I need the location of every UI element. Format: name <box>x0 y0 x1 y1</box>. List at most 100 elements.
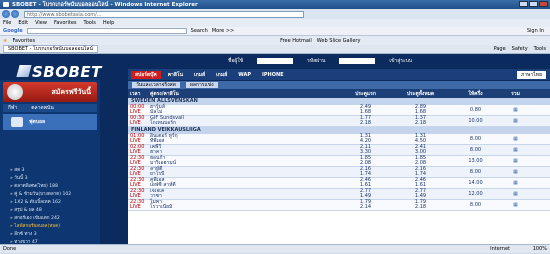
league-header: SWEDEN ALLSVENSKAN <box>128 98 550 105</box>
menu-help[interactable]: Help <box>103 20 114 26</box>
more-bets-icon[interactable]: ▦ <box>503 202 528 208</box>
menu-file[interactable]: File <box>3 20 11 26</box>
more-bets-icon[interactable]: ▦ <box>503 158 528 164</box>
sidebar-item-oddeven[interactable]: » คู่ & ข้ามวัน(บางตลาด) 102 <box>3 190 97 198</box>
login-button[interactable]: เข้าสู่ระบบ <box>389 57 412 65</box>
league-rows: 00:00 LIVE ฮาร์มส์ มัลโม่ 2.49 1.68 2.89 1.68 0.… <box>128 105 550 127</box>
away-team[interactable]: โกเทนบอร์ก <box>150 121 338 126</box>
nav-sportsbook[interactable]: สปอร์ตบุ๊ค <box>131 70 161 79</box>
forward-icon[interactable] <box>11 10 19 18</box>
password-label: รหัสผ่าน <box>307 58 326 64</box>
odds-tabs: วันและเวลาจริงสด ผลการแข่ง <box>128 81 550 89</box>
window-controls <box>519 1 548 7</box>
match-teams: เจเจเค วาซา <box>150 189 338 199</box>
odds-hdp-away[interactable]: 2.18 <box>338 121 393 126</box>
signup-text: สมัครฟรีวันนี้ <box>51 87 91 96</box>
sidebar-item-today[interactable]: » วันนี้ 3 <box>3 174 97 182</box>
away-team[interactable]: ฮาคา <box>150 150 338 155</box>
brand-logo[interactable]: SBOBET <box>16 63 102 81</box>
away-team[interactable]: เอฟซี ลาห์ตี <box>150 183 338 188</box>
page-menu[interactable]: Page <box>494 46 506 52</box>
odds-ou-under[interactable]: 2.18 <box>393 121 448 126</box>
odds-1x2[interactable]: 8.00 <box>448 136 503 142</box>
odds-1x2[interactable]: 10.00 <box>448 118 503 124</box>
maximize-button[interactable] <box>529 1 538 7</box>
username-input[interactable] <box>257 58 294 64</box>
sidebar-item-live[interactable]: » สด 3 <box>3 166 97 174</box>
safety-menu[interactable]: Safety <box>512 46 528 52</box>
sidebar-item-special[interactable]: » ตลาดพิเศษ(ไทย) 188 <box>3 182 97 190</box>
more-bets-icon[interactable]: ▦ <box>503 191 528 197</box>
favorites-item-slice[interactable]: Web Slice Gallery <box>317 38 361 44</box>
odds-hdp-away[interactable]: 2.14 <box>338 205 393 210</box>
away-team[interactable]: ทีพีเอส <box>150 139 338 144</box>
odds-1x2[interactable]: 8.00 <box>448 147 503 153</box>
more-bets-icon[interactable]: ▦ <box>503 118 528 124</box>
match-teams: คูพีเอส เอฟซี ลาห์ตี <box>150 178 338 188</box>
odds-1x2[interactable]: 8.00 <box>448 169 503 175</box>
more-bets-icon[interactable]: ▦ <box>503 180 528 186</box>
more-bets-icon[interactable]: ▦ <box>503 107 528 113</box>
odds-1x2[interactable]: 0.80 <box>448 107 503 113</box>
menu-view[interactable]: View <box>35 20 47 26</box>
favorites-label[interactable]: Favorites <box>12 38 35 44</box>
password-input[interactable] <box>339 58 376 64</box>
odds-1x2[interactable]: 13.00 <box>448 158 503 164</box>
favorites-bar: ★ Favorites Free Hotmail Web Slice Galle… <box>0 36 550 45</box>
league-header: FINLAND VEIKKAUSLIIGA <box>128 127 550 134</box>
menu-tools[interactable]: Tools <box>84 20 96 26</box>
away-team[interactable]: วาซา <box>150 194 338 199</box>
close-button[interactable] <box>539 1 548 7</box>
odds-1x2[interactable]: 12.00 <box>448 191 503 197</box>
sidebar-tab-markets[interactable]: ตลาดพนัน <box>31 104 54 112</box>
google-search-input[interactable] <box>26 28 187 34</box>
minimize-button[interactable] <box>519 1 528 7</box>
tab-results[interactable]: ผลการแข่ง <box>185 82 218 88</box>
col-more: รวม <box>511 90 520 97</box>
nav-iphone[interactable]: IPHONE <box>258 72 288 78</box>
sidebar-tab-sports[interactable]: กีฬา <box>8 104 17 112</box>
menu-favorites[interactable]: Favorites <box>54 20 77 26</box>
sidebar-item-score[interactable]: » สกอร์เอง เข้มแตก 242 <box>3 214 97 222</box>
football-icon <box>7 84 23 100</box>
url-field[interactable]: http://www.sbobetasia.com/... <box>24 10 304 18</box>
nav-wap[interactable]: WAP <box>234 72 255 78</box>
away-team[interactable]: โรวาเนียมิ <box>150 205 338 210</box>
more-bets-icon[interactable]: ▦ <box>503 169 528 175</box>
table-row: 02:00 LIVE เคพีวี ฮาคา 2.11 3.30 2.41 3.00 8.00 ▦ <box>128 145 550 156</box>
google-more[interactable]: More >> <box>212 28 234 34</box>
sidebar-item-1x2[interactable]: » 1X2 & ดับเบิ้ลเทค 162 <box>3 198 97 206</box>
table-row: 00:00 LIVE ฮาร์มส์ มัลโม่ 2.49 1.68 2.89 1.68 0.… <box>128 105 550 116</box>
away-team[interactable]: ยาโรบี <box>150 172 338 177</box>
favorites-item-hotmail[interactable]: Free Hotmail <box>280 38 312 44</box>
zoom-level[interactable]: 100% <box>533 246 547 252</box>
favorites-star-icon[interactable]: ★ <box>3 38 7 44</box>
col-ft-ou: ประตูทั้งหมด <box>406 90 435 97</box>
browser-tab[interactable]: SBOBET - โบรกเกอร์พนันบอลออนไลน์ <box>3 45 98 53</box>
nav-casino[interactable]: คาสิโน <box>164 71 187 79</box>
nav-games[interactable]: เกมส์ <box>190 71 209 79</box>
odds-1x2[interactable]: 14.00 <box>448 180 503 186</box>
language-select[interactable]: ภาษาไทย <box>517 70 546 79</box>
more-bets-icon[interactable]: ▦ <box>503 147 528 153</box>
sidebar-list: » สด 3 » วันนี้ 3 » ตลาดพิเศษ(ไทย) 188 »… <box>3 166 97 254</box>
back-icon[interactable] <box>2 10 10 18</box>
tools-menu[interactable]: Tools <box>534 46 546 52</box>
sidebar-item-livescore[interactable]: » ไลฟ์สกอร์ผลบอล(หมด) <box>3 222 97 230</box>
odds-1x2[interactable]: 8.00 <box>448 202 503 208</box>
google-signin[interactable]: Sign In <box>527 28 544 34</box>
sidebar-item-summary[interactable]: » สรุป & ผล 48 <box>3 206 97 214</box>
more-bets-icon[interactable]: ▦ <box>503 136 528 142</box>
odds-ou: 2.46 1.61 <box>393 178 448 188</box>
google-search-button[interactable]: Search <box>191 28 208 34</box>
away-team[interactable]: มาริเอฮามน์ <box>150 161 338 166</box>
signup-banner[interactable]: สมัครฟรีวันนี้ <box>3 82 97 102</box>
sidebar-item-other[interactable]: » อีกซ์ ทาง 3 <box>3 230 97 238</box>
menu-bar: File Edit View Favorites Tools Help <box>0 19 550 27</box>
nav-games-2[interactable]: เกมส์ <box>212 71 231 79</box>
sport-football[interactable]: ฟุตบอล <box>3 114 97 130</box>
menu-edit[interactable]: Edit <box>18 20 28 26</box>
odds-ou-under[interactable]: 2.18 <box>393 205 448 210</box>
tab-live-now[interactable]: วันและเวลาจริงสด <box>132 82 180 88</box>
odds-ou: 1.31 4.50 <box>393 134 448 144</box>
